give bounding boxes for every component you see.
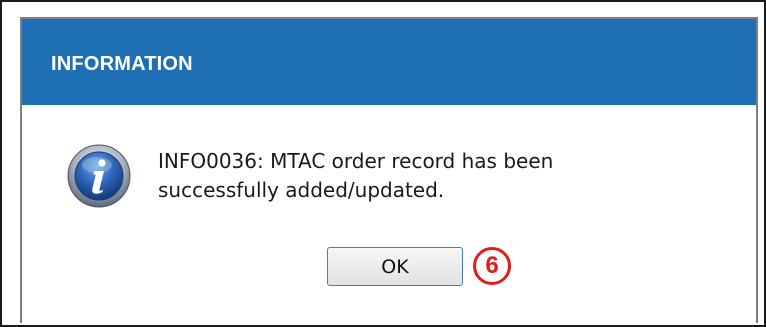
dialog-title: INFORMATION [51, 53, 193, 75]
message-line-1: INFO0036: MTAC order record has been [158, 149, 554, 173]
message-line-2: successfully added/updated. [158, 178, 445, 202]
dialog-title-bar: INFORMATION [22, 19, 756, 105]
information-dialog: INFORMATION INFO0036: MTAC order record … [20, 17, 758, 323]
info-icon [67, 144, 131, 208]
dialog-message: INFO0036: MTAC order record has been suc… [158, 147, 718, 205]
step-number-badge: 6 [473, 247, 511, 285]
ok-button[interactable]: OK [327, 247, 463, 286]
screenshot-frame: INFORMATION INFO0036: MTAC order record … [0, 0, 766, 327]
